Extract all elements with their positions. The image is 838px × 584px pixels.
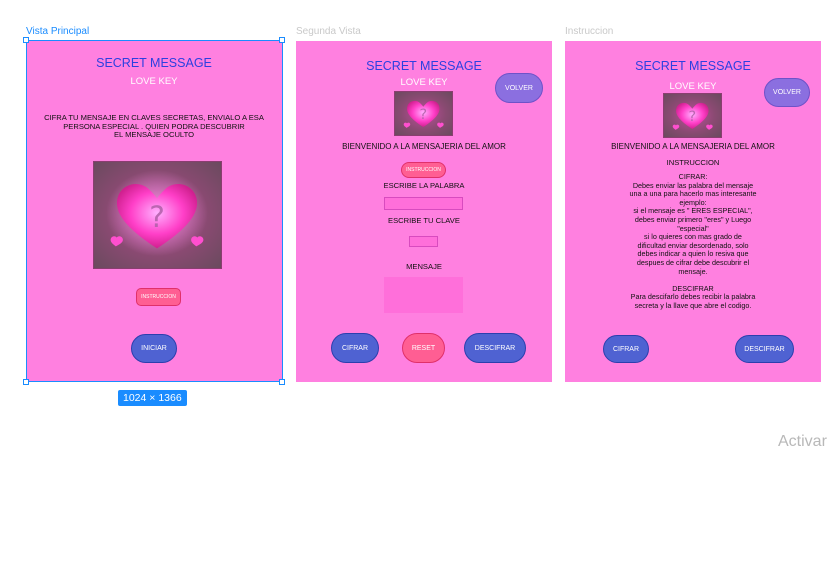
heart-image: ? [93,161,222,269]
question-mark-glyph: ? [149,200,165,234]
size-badge: 1024 × 1366 [118,390,187,406]
app-subtitle: LOVE KEY [130,76,178,87]
app-title: SECRET MESSAGE [366,59,482,73]
resize-handle[interactable] [23,379,29,385]
intro-description: CIFRA TU MENSAJE EN CLAVES SECRETAS, ENV… [26,113,282,140]
descifrar-button[interactable]: DESCIFRAR [464,333,526,363]
iniciar-button[interactable]: INICIAR [131,334,177,363]
instruccion-button[interactable]: INSTRUCCION [401,162,446,178]
frame-label-instruccion[interactable]: Instruccion [565,26,613,37]
instruccion-heading: INSTRUCCION [666,158,720,167]
instruction-line: mensaje. [678,266,708,276]
app-title: SECRET MESSAGE [96,56,212,70]
instruccion-body: CIFRAR: Debes enviar las palabra del men… [595,172,791,311]
frame-label-segunda-vista[interactable]: Segunda Vista [296,26,361,37]
question-mark-glyph: ? [419,107,427,123]
resize-handle[interactable] [279,37,285,43]
cifrar-button[interactable]: CIFRAR [331,333,379,363]
word-input[interactable] [384,197,463,210]
reset-button[interactable]: RESET [402,333,445,363]
frame-segunda-vista[interactable]: SECRET MESSAGE LOVE KEY VOLVER ? BIENVEN… [296,41,552,382]
resize-handle[interactable] [279,379,285,385]
descifrar-button[interactable]: DESCIFRAR [735,335,794,363]
key-label: ESCRIBE TU CLAVE [388,216,460,225]
description-line: EL MENSAJE OCULTO [113,130,195,140]
instruccion-button[interactable]: INSTRUCCION [136,288,181,306]
volver-button[interactable]: VOLVER [495,73,543,103]
heart-icon: ? [403,100,444,128]
message-output[interactable] [384,277,463,313]
frame-instruccion[interactable]: SECRET MESSAGE LOVE KEY VOLVER ? BIENVEN… [565,41,821,382]
key-input[interactable] [409,236,438,247]
instruction-line: secreta y la llave que abre el codigo. [634,300,752,310]
frame-vista-principal[interactable]: SECRET MESSAGE LOVE KEY CIFRA TU MENSAJE… [26,41,282,382]
word-label: ESCRIBE LA PALABRA [383,181,465,190]
volver-button[interactable]: VOLVER [764,78,810,107]
activation-watermark: Activar [778,433,827,450]
heart-icon: ? [672,102,713,130]
message-label: MENSAJE [406,262,442,271]
frame-label-vista-principal[interactable]: Vista Principal [26,26,89,37]
app-title: SECRET MESSAGE [635,59,751,73]
welcome-text: BIENVENIDO A LA MENSAJERIA DEL AMOR [611,142,775,151]
heart-image: ? [663,93,722,138]
cifrar-button[interactable]: CIFRAR [603,335,649,363]
question-mark-glyph: ? [688,109,696,125]
welcome-text: BIENVENIDO A LA MENSAJERIA DEL AMOR [342,142,506,151]
heart-image: ? [394,91,453,136]
resize-handle[interactable] [23,37,29,43]
heart-icon: ? [105,169,209,257]
